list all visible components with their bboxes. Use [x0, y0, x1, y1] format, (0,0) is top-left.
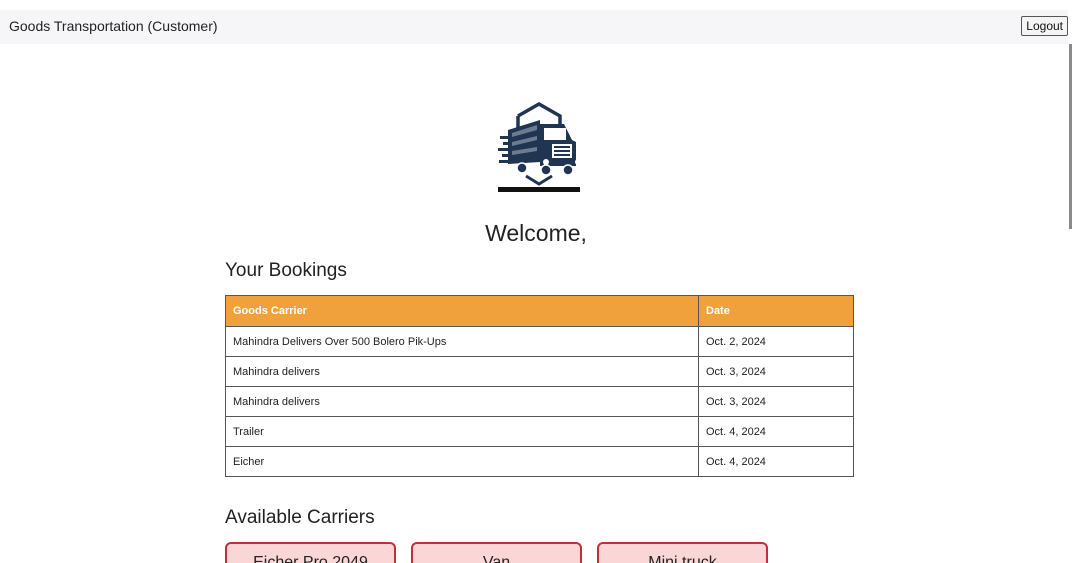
table-row: Mahindra delivers Oct. 3, 2024 [225, 356, 854, 387]
truck-shield-logo-icon [498, 102, 581, 192]
top-navbar: Goods Transportation (Customer) Logout [0, 10, 1068, 44]
date-cell: Oct. 4, 2024 [698, 446, 854, 477]
carrier-cards: Eicher Pro 2049 Van Mini truck [225, 542, 768, 563]
date-cell: Oct. 4, 2024 [698, 416, 854, 447]
date-cell: Oct. 2, 2024 [698, 326, 854, 357]
goods-carrier-cell: Mahindra Delivers Over 500 Bolero Pik-Up… [225, 326, 699, 357]
column-header-date: Date [698, 295, 854, 327]
carrier-card-eicher-pro-2049[interactable]: Eicher Pro 2049 [225, 542, 396, 563]
goods-carrier-cell: Mahindra delivers [225, 356, 699, 387]
carrier-card-mini-truck[interactable]: Mini truck [597, 542, 768, 563]
date-cell: Oct. 3, 2024 [698, 386, 854, 417]
carrier-card-van[interactable]: Van [411, 542, 582, 563]
table-header-row: Goods Carrier Date [225, 295, 854, 327]
bookings-title: Your Bookings [225, 260, 347, 281]
available-carriers-title: Available Carriers [225, 507, 375, 528]
table-row: Mahindra delivers Oct. 3, 2024 [225, 386, 854, 417]
goods-carrier-cell: Trailer [225, 416, 699, 447]
table-row: Mahindra Delivers Over 500 Bolero Pik-Up… [225, 326, 854, 357]
column-header-goods-carrier: Goods Carrier [225, 295, 699, 327]
goods-carrier-cell: Eicher [225, 446, 699, 477]
page: Goods Transportation (Customer) Logout W… [0, 0, 1072, 563]
table-row: Eicher Oct. 4, 2024 [225, 446, 854, 477]
app-title[interactable]: Goods Transportation (Customer) [9, 18, 218, 34]
logout-button[interactable]: Logout [1021, 16, 1068, 36]
bookings-table: Goods Carrier Date Mahindra Delivers Ove… [225, 295, 854, 477]
date-cell: Oct. 3, 2024 [698, 356, 854, 387]
welcome-heading: Welcome, [485, 220, 587, 246]
goods-carrier-cell: Mahindra delivers [225, 386, 699, 417]
table-row: Trailer Oct. 4, 2024 [225, 416, 854, 447]
